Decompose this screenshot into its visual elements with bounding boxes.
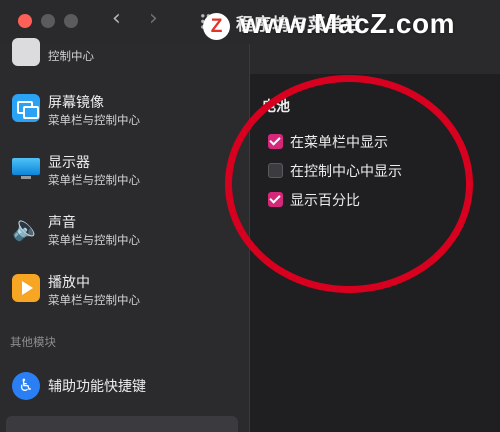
sidebar-item-sub: 菜单栏与控制中心 (48, 173, 140, 187)
close-window-button[interactable] (18, 14, 32, 28)
back-button[interactable]: ‹ (112, 6, 121, 31)
sidebar-item-control-center[interactable]: 控制中心 (0, 38, 249, 70)
option-label: 在控制中心中显示 (290, 164, 402, 180)
battery-section-title: 电池 (262, 99, 290, 115)
checkbox-show-percentage[interactable] (268, 192, 283, 207)
sidebar-item-title: 声音 (48, 215, 76, 231)
sidebar-item-title: 辅助功能快捷键 (48, 379, 146, 395)
sidebar-item-sub: 菜单栏与控制中心 (48, 113, 140, 127)
checkbox-show-in-control-center[interactable] (268, 163, 283, 178)
option-label: 显示百分比 (290, 193, 360, 209)
section-label-other-modules: 其他模块 (10, 335, 56, 349)
control-center-icon (12, 38, 40, 66)
speaker-icon: 🔈 (12, 214, 42, 242)
sidebar-item-screen-mirroring[interactable]: 屏幕镜像 菜单栏与控制中心 (0, 92, 249, 152)
sidebar-item-sub: 菜单栏与控制中心 (48, 233, 140, 247)
sidebar-item-sub: 控制中心 (48, 49, 94, 63)
sidebar-item-title: 显示器 (48, 155, 90, 171)
sidebar: 控制中心 屏幕镜像 菜单栏与控制中心 显示器 菜单栏与控制中心 🔈 声音 菜单栏… (0, 38, 249, 432)
pane-header-band (250, 44, 500, 74)
sidebar-item-title: 屏幕镜像 (48, 95, 104, 111)
sidebar-item-title: 播放中 (48, 275, 90, 291)
sidebar-item-now-playing[interactable]: 播放中 菜单栏与控制中心 (0, 272, 249, 332)
watermark-logo-icon: Z (203, 13, 230, 40)
checkbox-show-in-menu-bar[interactable] (268, 134, 283, 149)
display-icon (12, 154, 40, 182)
sidebar-item-display[interactable]: 显示器 菜单栏与控制中心 (0, 152, 249, 212)
accessibility-icon: ♿ (12, 372, 40, 400)
sidebar-item-sub: 菜单栏与控制中心 (48, 293, 140, 307)
zoom-window-button[interactable] (64, 14, 78, 28)
now-playing-icon (12, 274, 40, 302)
option-label: 在菜单栏中显示 (290, 135, 388, 151)
watermark-text: www.MacZ.com (240, 8, 456, 39)
sidebar-item-sound[interactable]: 🔈 声音 菜单栏与控制中心 (0, 212, 249, 272)
minimize-window-button[interactable] (41, 14, 55, 28)
screen-mirroring-icon (12, 94, 40, 122)
sidebar-item-selected[interactable] (6, 416, 238, 432)
forward-button[interactable]: › (149, 6, 158, 31)
